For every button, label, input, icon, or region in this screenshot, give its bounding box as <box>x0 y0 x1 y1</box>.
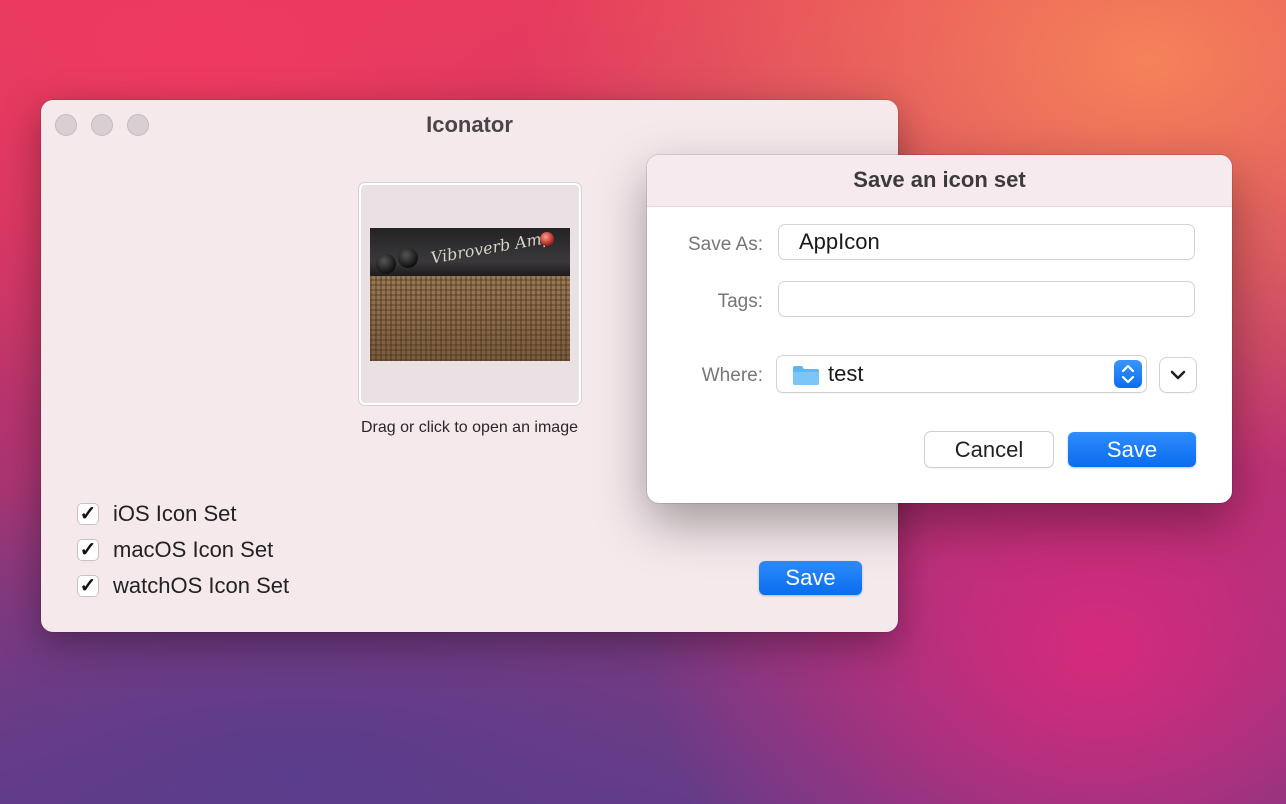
expand-browser-button[interactable] <box>1160 358 1196 392</box>
checkbox-label: watchOS Icon Set <box>113 573 290 598</box>
image-drop-well[interactable]: Vibroverb Amp <box>359 183 581 405</box>
where-popup[interactable]: test <box>777 356 1146 392</box>
amp-image: Vibroverb Amp <box>370 228 570 361</box>
amp-logo: Vibroverb Amp <box>429 228 554 268</box>
amp-jewel-light <box>540 232 554 246</box>
save-as-field[interactable]: AppIcon <box>779 225 1194 259</box>
amp-knob <box>398 248 418 268</box>
amp-knob <box>376 254 396 274</box>
sheet-header: Save an icon set <box>647 155 1232 207</box>
window-title: Iconator <box>426 112 513 137</box>
watchos-icon-set-checkbox[interactable]: ✓ watchOS Icon Set <box>77 572 289 600</box>
sheet-title: Save an icon set <box>853 167 1026 192</box>
save-as-label: Save As: <box>688 234 763 255</box>
checkbox-box[interactable]: ✓ <box>77 503 99 525</box>
where-value: test <box>828 361 864 386</box>
checkbox-label: iOS Icon Set <box>113 501 237 526</box>
cancel-button[interactable]: Cancel <box>925 432 1053 467</box>
save-sheet: Save an icon set Save As: AppIcon Tags: … <box>647 155 1232 503</box>
amp-grill <box>370 276 570 361</box>
where-label: Where: <box>701 365 763 386</box>
amp-panel: Vibroverb Amp <box>370 228 570 276</box>
chevron-up-down-icon[interactable] <box>1114 360 1142 388</box>
tags-label: Tags: <box>717 291 763 312</box>
main-save-button[interactable]: Save <box>759 561 862 595</box>
checkbox-box[interactable]: ✓ <box>77 575 99 597</box>
ios-icon-set-checkbox[interactable]: ✓ iOS Icon Set <box>77 500 237 528</box>
folder-icon <box>793 366 819 385</box>
tags-field[interactable] <box>779 282 1194 316</box>
checkmark-icon: ✓ <box>79 539 97 561</box>
sheet-save-button[interactable]: Save <box>1068 432 1196 467</box>
checkbox-label: macOS Icon Set <box>113 537 274 562</box>
macos-icon-set-checkbox[interactable]: ✓ macOS Icon Set <box>77 536 273 564</box>
checkmark-icon: ✓ <box>79 575 97 597</box>
checkbox-box[interactable]: ✓ <box>77 539 99 561</box>
chevron-down-icon <box>1170 370 1186 380</box>
checkmark-icon: ✓ <box>79 503 97 525</box>
